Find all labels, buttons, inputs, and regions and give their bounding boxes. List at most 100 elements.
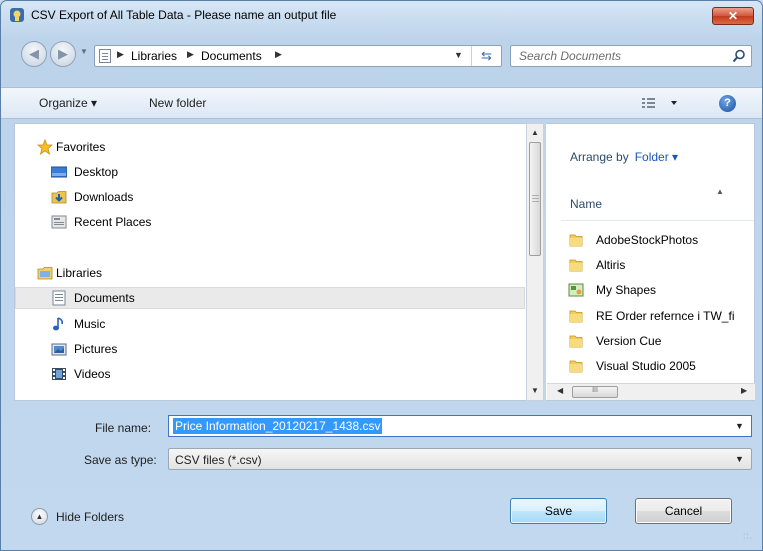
sidebar-item-label: Pictures	[74, 342, 118, 356]
folder-icon	[569, 310, 583, 323]
chevron-down-icon[interactable]: ▼	[735, 454, 744, 464]
pictures-icon	[51, 343, 67, 356]
save-as-type-label: Save as type:	[84, 453, 157, 467]
search-icon[interactable]	[732, 49, 746, 63]
nav-group-libraries[interactable]: Libraries	[15, 262, 525, 284]
arrange-by: Arrange by Folder ▾	[570, 150, 678, 164]
sidebar-item-recent-places[interactable]: Recent Places	[15, 211, 525, 233]
sidebar-item-downloads[interactable]: Downloads	[15, 186, 525, 208]
folder-icon	[569, 335, 583, 348]
file-name-label: File name:	[95, 421, 152, 435]
downloads-icon	[51, 191, 67, 204]
address-history-dropdown-icon[interactable]: ▼	[454, 50, 463, 60]
chevron-up-icon: ▲	[31, 508, 48, 525]
refresh-button[interactable]: ⇆	[471, 46, 501, 66]
column-header-name[interactable]: Name	[570, 197, 602, 211]
sidebar-item-desktop[interactable]: Desktop	[15, 161, 525, 183]
recent-pages-dropdown-icon[interactable]: ▼	[80, 47, 88, 56]
file-name: Visual Studio 2005	[596, 359, 696, 373]
list-item[interactable]: My Shapes	[568, 280, 754, 300]
breadcrumb-libraries[interactable]: Libraries	[131, 49, 177, 63]
sidebar-item-label: Documents	[74, 291, 135, 305]
nav-header-favorites: Favorites	[56, 140, 106, 154]
scroll-right-icon[interactable]: ▶	[741, 386, 747, 395]
scroll-left-icon[interactable]: ◀	[557, 386, 563, 395]
scrollbar-grip-icon: — — —	[532, 192, 539, 205]
sidebar-item-pictures[interactable]: Pictures	[15, 338, 525, 360]
sidebar-item-videos[interactable]: Videos	[15, 363, 525, 385]
folder-icon	[569, 360, 583, 373]
file-name: AdobeStockPhotos	[596, 233, 699, 247]
arrow-right-icon: ▶	[58, 46, 68, 61]
address-bar[interactable]: ▶ Libraries ▶ Documents ▶ ▼ ⇆	[94, 45, 502, 67]
file-name: My Shapes	[596, 283, 657, 297]
hide-folders-label: Hide Folders	[56, 510, 125, 524]
breadcrumb-separator-icon[interactable]: ▶	[117, 49, 124, 60]
file-list-horizontal-scrollbar[interactable]: ◀ III ▶	[547, 383, 755, 400]
forward-button[interactable]: ▶	[50, 41, 76, 67]
file-name: Version Cue	[596, 334, 662, 348]
documents-location-icon	[99, 49, 111, 63]
app-icon	[10, 8, 24, 22]
window-title: CSV Export of All Table Data - Please na…	[31, 8, 337, 22]
navigation-pane-scrollbar[interactable]: ▲ — — — ▼	[526, 123, 544, 401]
hide-folders-button[interactable]: ▲ Hide Folders	[31, 508, 151, 526]
list-item[interactable]: Version Cue	[568, 331, 754, 351]
documents-icon	[52, 290, 66, 306]
arrow-left-icon: ◀	[29, 46, 39, 61]
breadcrumb-separator-icon[interactable]: ▶	[275, 49, 282, 60]
close-icon: ✕	[727, 9, 739, 23]
nav-header-libraries: Libraries	[56, 266, 103, 280]
nav-group-favorites[interactable]: Favorites	[15, 136, 525, 158]
resize-grip-icon[interactable]: ·· ···	[743, 531, 753, 542]
breadcrumb-documents[interactable]: Documents	[201, 49, 262, 63]
file-name-value[interactable]: Price Information_20120217_1438.csv	[173, 418, 383, 434]
file-list-pane: Arrange by Folder ▾ ▲ Name AdobeStockPhot…	[546, 123, 755, 401]
sidebar-item-label: Desktop	[74, 165, 119, 179]
refresh-icon: ⇆	[481, 48, 492, 63]
close-button[interactable]: ✕	[712, 7, 754, 25]
shapes-folder-icon	[568, 283, 584, 297]
recent-places-icon	[51, 215, 67, 229]
scroll-up-icon[interactable]: ▲	[531, 128, 539, 137]
music-icon	[53, 317, 64, 331]
list-item[interactable]: RE Order refernce i TW_fi	[568, 306, 754, 326]
save-as-type-select[interactable]: CSV files (*.csv) ▼	[168, 448, 752, 470]
save-dialog: CSV Export of All Table Data - Please na…	[0, 0, 763, 551]
list-item[interactable]: Visual Studio 2005	[568, 356, 754, 376]
search-input[interactable]	[517, 48, 717, 64]
cancel-button[interactable]: Cancel	[635, 498, 732, 524]
file-name: Altiris	[596, 258, 626, 272]
scrollbar-thumb[interactable]: III	[572, 386, 618, 398]
save-button[interactable]: Save	[510, 498, 607, 524]
sidebar-item-music[interactable]: Music	[15, 313, 525, 335]
change-view-icon[interactable]	[641, 96, 681, 110]
videos-icon	[52, 368, 66, 380]
sidebar-item-label: Music	[74, 317, 106, 331]
sidebar-item-documents[interactable]: Documents	[15, 287, 525, 309]
command-toolbar: Organize ▾ New folder ?	[1, 87, 762, 119]
sidebar-item-label: Downloads	[74, 190, 134, 204]
back-button[interactable]: ◀	[21, 41, 47, 67]
list-item[interactable]: AdobeStockPhotos	[568, 230, 754, 250]
libraries-icon	[37, 267, 53, 280]
arrange-by-label: Arrange by	[570, 150, 629, 164]
chevron-down-icon[interactable]: ▼	[735, 421, 744, 431]
organize-menu-button[interactable]: Organize ▾	[39, 96, 97, 110]
list-item[interactable]: Altiris	[568, 255, 754, 275]
column-divider	[561, 220, 754, 221]
scroll-down-icon[interactable]: ▼	[531, 386, 539, 395]
breadcrumb-separator-icon[interactable]: ▶	[187, 49, 194, 60]
sidebar-item-label: Videos	[74, 367, 111, 381]
title-bar[interactable]: CSV Export of All Table Data - Please na…	[1, 1, 762, 29]
folder-icon	[569, 259, 583, 272]
file-name-field[interactable]: Price Information_20120217_1438.csv ▼	[168, 415, 752, 437]
help-button[interactable]: ?	[719, 95, 736, 112]
arrange-by-dropdown[interactable]: Folder ▾	[635, 150, 678, 164]
new-folder-button[interactable]: New folder	[149, 96, 206, 110]
navigation-pane: Favorites Desktop Downloads Recent Place…	[14, 123, 529, 401]
sidebar-item-label: Recent Places	[74, 215, 152, 229]
search-box[interactable]	[510, 45, 752, 67]
save-as-type-value: CSV files (*.csv)	[175, 453, 262, 467]
folder-icon	[569, 234, 583, 247]
